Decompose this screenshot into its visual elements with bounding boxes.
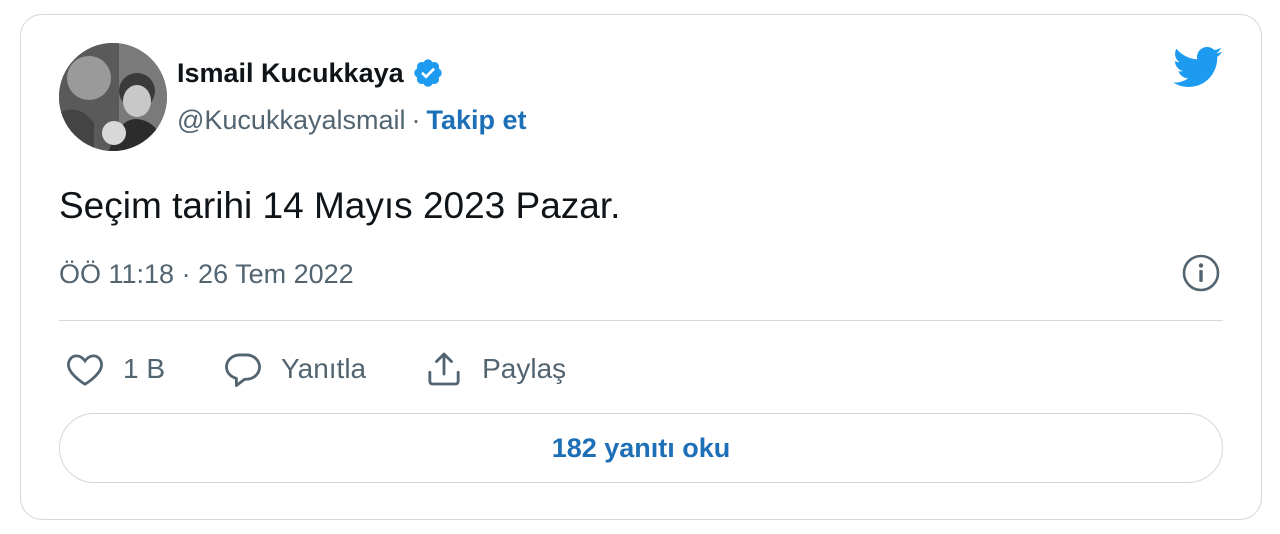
follow-button[interactable]: Takip et [427,105,527,135]
tweet-text: Seçim tarihi 14 Mayıs 2023 Pazar. [59,185,621,226]
read-replies-button[interactable]: 182 yanıtı oku [59,413,1223,483]
like-count: 1 B [123,353,166,384]
reply-button[interactable]: Yanıtla [223,350,366,388]
tweet-timestamp[interactable]: ÖÖ 11:18 · 26 Tem 2022 [59,259,354,290]
heart-icon [65,351,105,387]
like-button[interactable]: 1 B [65,351,165,387]
speech-bubble-icon [223,350,263,388]
tweet-card: Ismail Kucukkaya @Kucukkayalsmail · Takip … [20,14,1262,520]
verified-badge-icon [412,57,444,89]
twitter-bird-icon[interactable] [1171,45,1223,94]
avatar[interactable] [59,43,167,151]
author-name-row: Ismail Kucukkaya [177,57,444,89]
action-bar: 1 B Yanıtla Paylaş [65,349,624,389]
reply-label: Yanıtla [281,353,367,384]
divider [59,320,1223,321]
avatar-photo [59,43,167,151]
separator-dot: · [411,105,421,135]
info-icon[interactable] [1181,253,1221,298]
author-name[interactable]: Ismail Kucukkaya [177,58,404,89]
author-handle[interactable]: @Kucukkayalsmail [177,105,406,135]
share-icon [424,349,464,389]
handle-row: @Kucukkayalsmail · Takip et [177,105,527,136]
share-label: Paylaş [482,353,567,384]
share-button[interactable]: Paylaş [424,349,566,389]
